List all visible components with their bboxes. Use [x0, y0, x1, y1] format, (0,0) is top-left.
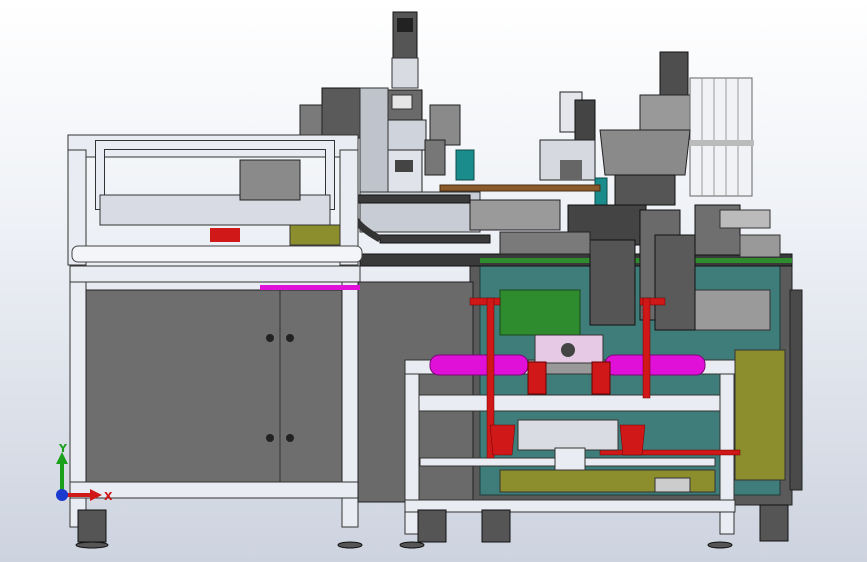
magenta-hose-left [260, 285, 360, 290]
axis-y-label: Y [58, 442, 68, 455]
machine-assembly-drawing: Y X [56, 11, 803, 549]
green-rail [480, 258, 792, 263]
cylinder-bundle [688, 77, 754, 197]
axis-z-dot [56, 489, 68, 501]
right-base-module [469, 254, 803, 506]
front-roller [71, 245, 363, 263]
top-vertical-actuator [385, 11, 427, 196]
axis-x-label: X [104, 490, 113, 503]
